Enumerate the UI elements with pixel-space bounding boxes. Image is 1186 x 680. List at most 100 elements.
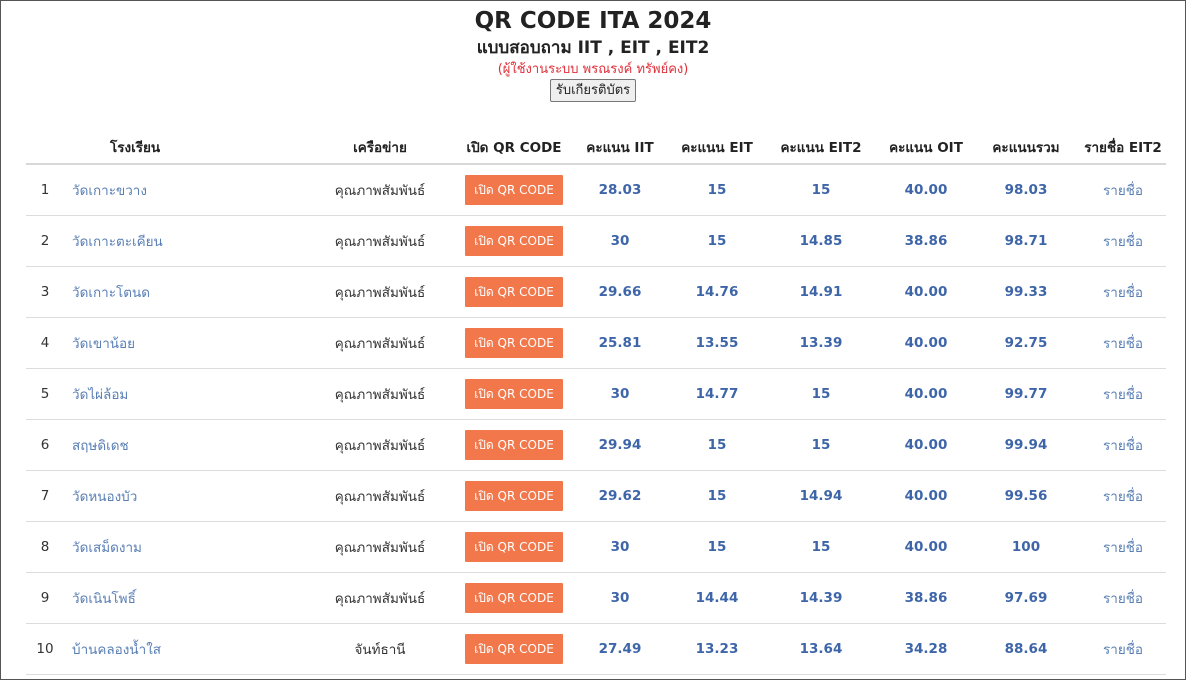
table-row: 5 วัดไผ่ล้อม คุณภาพสัมพันธ์ เปิด QR CODE 30 1… — [26, 368, 1166, 420]
list-cell: รายชื่อ — [1080, 266, 1166, 318]
score-iit: 29.94 — [568, 419, 672, 471]
table-row: 7 วัดหนองบัว คุณภาพสัมพันธ์ เปิด QR CODE 29.… — [26, 470, 1166, 522]
school-name: สฤษดิเดช — [64, 419, 300, 471]
score-oit: 40.00 — [880, 521, 972, 573]
score-oit: 38.86 — [880, 572, 972, 624]
score-oit: 40.00 — [880, 266, 972, 318]
score-oit: 40.00 — [880, 368, 972, 420]
eit2-list-link[interactable]: รายชื่อ — [1103, 387, 1143, 403]
open-qr-code-button[interactable]: เปิด QR CODE — [465, 175, 563, 205]
column-header-eit2-list: รายชื่อ EIT2 — [1080, 131, 1166, 165]
score-eit2: 15 — [762, 164, 880, 216]
score-eit2: 14.94 — [762, 470, 880, 522]
score-eit2: 13.39 — [762, 317, 880, 369]
score-eit: 13.55 — [672, 317, 762, 369]
open-qr-code-button[interactable]: เปิด QR CODE — [465, 634, 563, 664]
open-qr-code-button[interactable]: เปิด QR CODE — [465, 583, 563, 613]
list-cell: รายชื่อ — [1080, 164, 1166, 216]
score-iit: 27.49 — [568, 623, 672, 675]
score-eit: 13.23 — [672, 623, 762, 675]
open-qr-code-button[interactable]: เปิด QR CODE — [465, 277, 563, 307]
score-total: 98.71 — [972, 215, 1080, 267]
score-total: 99.56 — [972, 470, 1080, 522]
score-iit: 30 — [568, 521, 672, 573]
score-eit: 15 — [672, 215, 762, 267]
table-row: 9 วัดเนินโพธิ์ คุณภาพสัมพันธ์ เปิด QR CODE 3… — [26, 572, 1166, 624]
score-oit: 34.28 — [880, 623, 972, 675]
table-row: 1 วัดเกาะขวาง คุณภาพสัมพันธ์ เปิด QR CODE 28… — [26, 164, 1166, 216]
score-eit: 15 — [672, 521, 762, 573]
network-name: คุณภาพสัมพันธ์ — [300, 215, 460, 267]
score-eit2: 14.85 — [762, 215, 880, 267]
page-title: QR CODE ITA 2024 — [474, 8, 712, 34]
eit2-list-link[interactable]: รายชื่อ — [1103, 540, 1143, 556]
eit2-list-link[interactable]: รายชื่อ — [1103, 438, 1143, 454]
score-iit: 29.62 — [568, 470, 672, 522]
score-iit: 30 — [568, 215, 672, 267]
eit2-list-link[interactable]: รายชื่อ — [1103, 183, 1143, 199]
school-name: วัดไผ่ล้อม — [64, 368, 300, 420]
list-cell: รายชื่อ — [1080, 368, 1166, 420]
row-number: 10 — [26, 623, 64, 675]
score-oit: 40.00 — [880, 419, 972, 471]
column-header-iit: คะแนน IIT — [568, 131, 672, 165]
row-number: 1 — [26, 164, 64, 216]
score-iit: 30 — [568, 572, 672, 624]
qr-cell: เปิด QR CODE — [460, 419, 568, 471]
score-iit: 29.66 — [568, 266, 672, 318]
table-header-row: โรงเรียน เครือข่าย เปิด QR CODE คะแนน II… — [26, 131, 1166, 165]
school-name: วัดหนองบัว — [64, 470, 300, 522]
column-header-school: โรงเรียน — [64, 131, 300, 165]
qr-cell: เปิด QR CODE — [460, 623, 568, 675]
eit2-list-link[interactable]: รายชื่อ — [1103, 642, 1143, 658]
row-number: 4 — [26, 317, 64, 369]
network-name: คุณภาพสัมพันธ์ — [300, 368, 460, 420]
eit2-list-link[interactable]: รายชื่อ — [1103, 336, 1143, 352]
school-name: วัดเนินโพธิ์ — [64, 572, 300, 624]
score-total: 99.33 — [972, 266, 1080, 318]
table-row: 4 วัดเขาน้อย คุณภาพสัมพันธ์ เปิด QR CODE 25.… — [26, 317, 1166, 369]
score-oit: 38.86 — [880, 215, 972, 267]
eit2-list-link[interactable]: รายชื่อ — [1103, 285, 1143, 301]
school-name: วัดเกาะขวาง — [64, 164, 300, 216]
column-header-oit: คะแนน OIT — [880, 131, 972, 165]
list-cell: รายชื่อ — [1080, 623, 1166, 675]
row-number: 9 — [26, 572, 64, 624]
eit2-list-link[interactable]: รายชื่อ — [1103, 591, 1143, 607]
list-cell: รายชื่อ — [1080, 470, 1166, 522]
row-number: 2 — [26, 215, 64, 267]
list-cell: รายชื่อ — [1080, 419, 1166, 471]
eit2-list-link[interactable]: รายชื่อ — [1103, 234, 1143, 250]
open-qr-code-button[interactable]: เปิด QR CODE — [465, 430, 563, 460]
qr-cell: เปิด QR CODE — [460, 572, 568, 624]
open-qr-code-button[interactable]: เปิด QR CODE — [465, 379, 563, 409]
network-name: คุณภาพสัมพันธ์ — [300, 317, 460, 369]
score-total: 100 — [972, 521, 1080, 573]
open-qr-code-button[interactable]: เปิด QR CODE — [465, 481, 563, 511]
network-name: คุณภาพสัมพันธ์ — [300, 521, 460, 573]
qr-cell: เปิด QR CODE — [460, 164, 568, 216]
column-header-number — [26, 131, 64, 165]
row-number: 7 — [26, 470, 64, 522]
qr-cell: เปิด QR CODE — [460, 521, 568, 573]
score-eit2: 14.39 — [762, 572, 880, 624]
qr-cell: เปิด QR CODE — [460, 266, 568, 318]
school-name: วัดเกาะโตนด — [64, 266, 300, 318]
get-certificate-button[interactable]: รับเกียรติบัตร — [549, 79, 637, 102]
table-row: 10 บ้านคลองน้ำใส จันท์ธานี เปิด QR CODE 27.4… — [26, 623, 1166, 675]
open-qr-code-button[interactable]: เปิด QR CODE — [465, 532, 563, 562]
row-number: 8 — [26, 521, 64, 573]
open-qr-code-button[interactable]: เปิด QR CODE — [465, 226, 563, 256]
score-iit: 28.03 — [568, 164, 672, 216]
network-name: คุณภาพสัมพันธ์ — [300, 572, 460, 624]
score-iit: 25.81 — [568, 317, 672, 369]
table-row: 6 สฤษดิเดช คุณภาพสัมพันธ์ เปิด QR CODE 29.94… — [26, 419, 1166, 471]
page-subtitle: แบบสอบถาม IIT , EIT , EIT2 — [476, 38, 710, 58]
eit2-list-link[interactable]: รายชื่อ — [1103, 489, 1143, 505]
column-header-eit2: คะแนน EIT2 — [762, 131, 880, 165]
score-eit2: 13.64 — [762, 623, 880, 675]
column-header-eit: คะแนน EIT — [672, 131, 762, 165]
list-cell: รายชื่อ — [1080, 521, 1166, 573]
open-qr-code-button[interactable]: เปิด QR CODE — [465, 328, 563, 358]
score-iit: 30 — [568, 368, 672, 420]
